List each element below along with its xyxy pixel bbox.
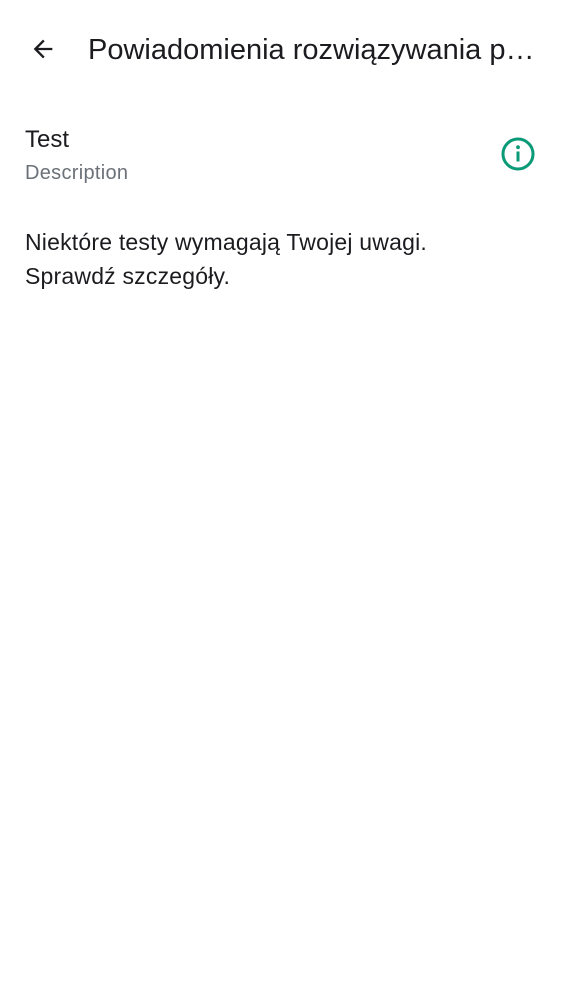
back-button[interactable]: [18, 26, 68, 76]
test-description: Description: [25, 162, 129, 184]
page-title: Powiadomienia rozwiązywania problemów: [88, 34, 544, 66]
test-title: Test: [25, 126, 70, 153]
info-icon: [500, 136, 536, 177]
arrow-back-icon: [29, 35, 57, 68]
status-message-line-1: Niektóre testy wymagają Twojej uwagi.: [25, 229, 427, 255]
info-button[interactable]: [496, 134, 540, 178]
status-message-line-2: Sprawdź szczegóły.: [25, 263, 231, 289]
app-bar: Powiadomienia rozwiązywania problemów: [0, 0, 562, 100]
status-message: Niektóre testy wymagają Twojej uwagi. Sp…: [25, 225, 535, 293]
test-list-item[interactable]: Test Description: [0, 118, 562, 198]
